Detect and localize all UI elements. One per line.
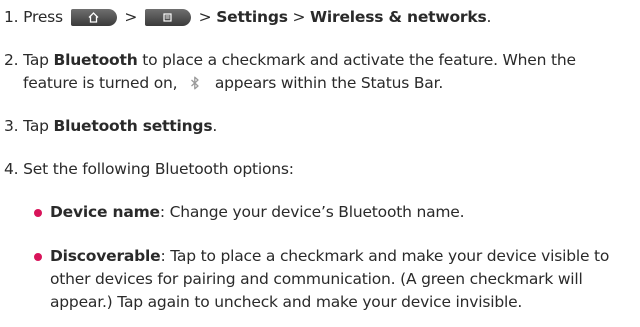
list-item: Discoverable: Tap to place a checkmark a… <box>34 245 634 314</box>
step-text: feature is turned on, <box>23 74 178 92</box>
separator: > <box>198 8 212 26</box>
home-key-icon <box>70 9 117 26</box>
step-number: 3. <box>4 117 19 135</box>
separator: > <box>292 8 306 26</box>
period: . <box>486 8 492 26</box>
step-number: 4. <box>4 160 19 178</box>
step-1: 1. Press > > Settings > Wireless & netwo… <box>4 6 636 29</box>
bullet-term: Device name <box>50 203 160 221</box>
bullet-icon <box>34 209 42 217</box>
settings-term: Settings <box>216 8 288 26</box>
step-2: 2. Tap Bluetooth to place a checkmark an… <box>4 49 636 97</box>
step-text: Set the following Bluetooth options: <box>23 160 294 178</box>
bullet-text: appear.) Tap again to uncheck and make y… <box>50 293 523 311</box>
step-4: 4. Set the following Bluetooth options: <box>4 158 636 181</box>
step-text: to place a checkmark and activate the fe… <box>142 51 576 69</box>
step-number: 1. <box>4 8 19 26</box>
bluetooth-term: Bluetooth <box>53 51 138 69</box>
step-text: Tap <box>23 51 49 69</box>
bluetooth-settings-term: Bluetooth settings <box>53 117 213 135</box>
list-item: Device name: Change your device’s Blueto… <box>34 201 634 224</box>
step-text: appears within the Status Bar. <box>214 74 444 92</box>
bullet-text: : Tap to place a checkmark and make your… <box>160 247 610 265</box>
bluetooth-icon <box>190 74 202 97</box>
bullet-text: : Change your device’s Bluetooth name. <box>159 203 465 221</box>
step-text: Press <box>23 8 63 26</box>
separator: > <box>124 8 138 26</box>
step-3: 3. Tap Bluetooth settings. <box>4 115 636 138</box>
step-number: 2. <box>4 51 19 69</box>
menu-key-icon <box>144 9 191 26</box>
period: . <box>212 117 218 135</box>
wireless-networks-term: Wireless & networks <box>310 8 487 26</box>
step-text: Tap <box>23 117 49 135</box>
instruction-page: 1. Press > > Settings > Wireless & netwo… <box>0 0 640 327</box>
bullet-icon <box>34 253 42 261</box>
bullet-term: Discoverable <box>50 247 161 265</box>
bullet-text: other devices for pairing and communicat… <box>50 270 583 288</box>
